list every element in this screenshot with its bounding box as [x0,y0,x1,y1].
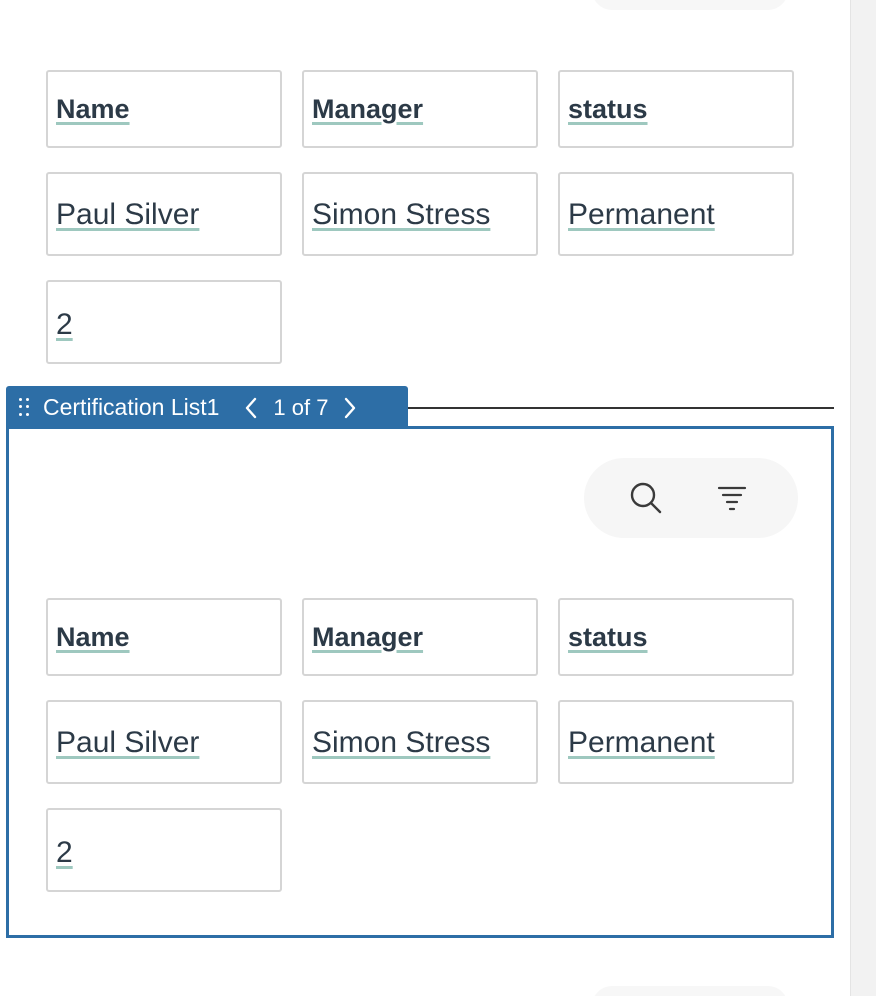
field-value: Paul Silver [56,726,200,759]
manager-field[interactable]: Simon Stress [302,700,538,784]
field-value: Simon Stress [312,726,491,759]
pager-indicator: 1 of 7 [273,394,329,420]
column-header-status[interactable]: status [558,598,794,676]
search-icon [630,482,662,514]
search-button[interactable] [626,478,666,518]
name-field[interactable]: Paul Silver [46,700,282,784]
component-title: Certification List1 [43,394,220,420]
drag-handle-icon[interactable] [19,397,29,418]
filter-button[interactable] [712,478,752,518]
column-header-label: status [568,622,648,652]
field-value: Permanent [568,198,715,231]
column-header-manager[interactable]: Manager [302,598,538,676]
previous-list-toolbar [592,0,788,10]
status-field[interactable]: Permanent [558,700,794,784]
status-field[interactable]: Permanent [558,172,794,256]
column-header-label: Manager [312,94,424,124]
column-header-label: Manager [312,622,424,652]
field-value: Paul Silver [56,198,200,231]
column-header-label: Name [56,94,130,124]
name-field[interactable]: Paul Silver [46,172,282,256]
previous-page-button[interactable] [241,394,261,422]
chevron-left-icon [246,397,257,418]
field-value: Permanent [568,726,715,759]
section-divider [408,407,834,409]
manager-field[interactable]: Simon Stress [302,172,538,256]
next-page-button[interactable] [340,394,360,422]
column-header-manager[interactable]: Manager [302,70,538,148]
number-field[interactable]: 2 [46,808,282,892]
chevron-right-icon [345,397,356,418]
field-value: Simon Stress [312,198,491,231]
column-header-status[interactable]: status [558,70,794,148]
field-value: 2 [56,308,73,341]
next-list-toolbar [592,986,788,996]
field-value: 2 [56,836,73,869]
column-header-label: status [568,94,648,124]
number-field[interactable]: 2 [46,280,282,364]
column-header-name[interactable]: Name [46,598,282,676]
vertical-scrollbar[interactable] [850,0,876,996]
list-toolbar [584,458,798,538]
column-header-name[interactable]: Name [46,70,282,148]
component-tab[interactable]: Certification List1 1 of 7 [6,386,408,429]
filter-icon [717,486,747,511]
column-header-label: Name [56,622,130,652]
